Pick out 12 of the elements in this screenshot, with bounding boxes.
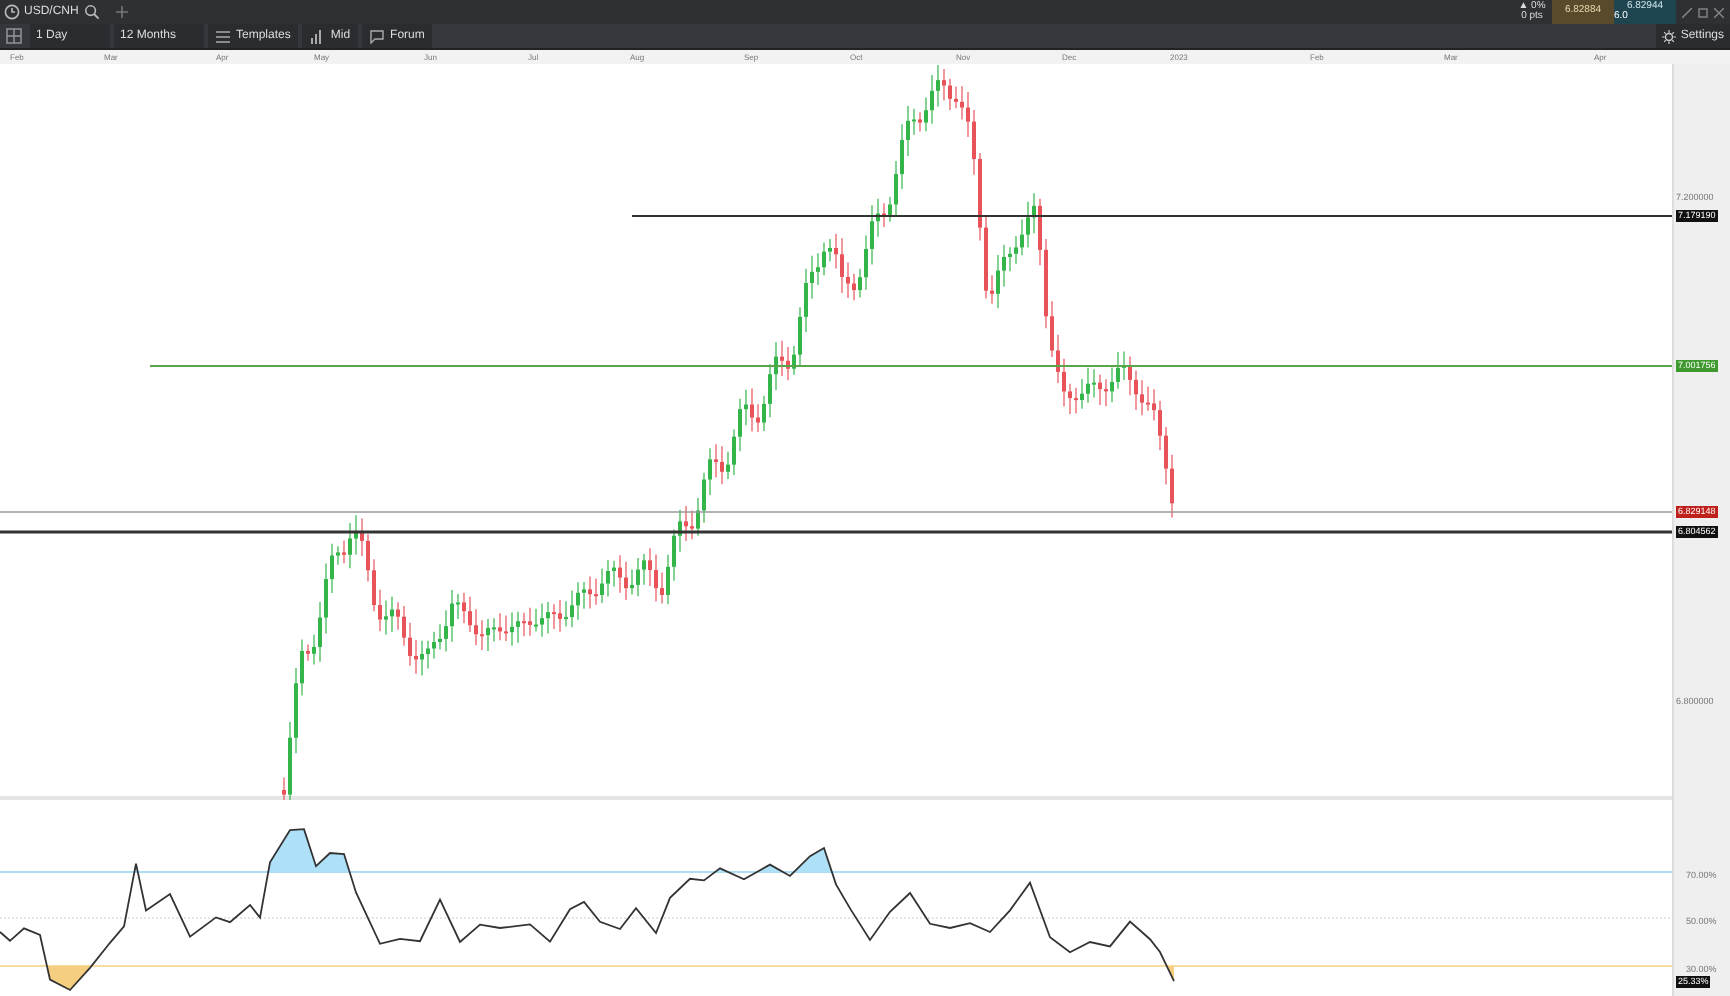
grid-icon[interactable]: [6, 28, 22, 44]
search-icon[interactable]: [84, 4, 101, 20]
bar-chart-icon: [310, 29, 325, 43]
price-level-line[interactable]: [0, 530, 1672, 534]
close-icon[interactable]: [1714, 7, 1724, 17]
minimize-icon[interactable]: [1682, 7, 1692, 17]
clock-icon: [4, 4, 20, 20]
settings-icon: [1662, 29, 1677, 43]
plus-icon[interactable]: [116, 6, 129, 18]
maximize-icon[interactable]: [1698, 7, 1708, 17]
chat-icon: [370, 29, 385, 43]
list-icon: [216, 29, 230, 43]
